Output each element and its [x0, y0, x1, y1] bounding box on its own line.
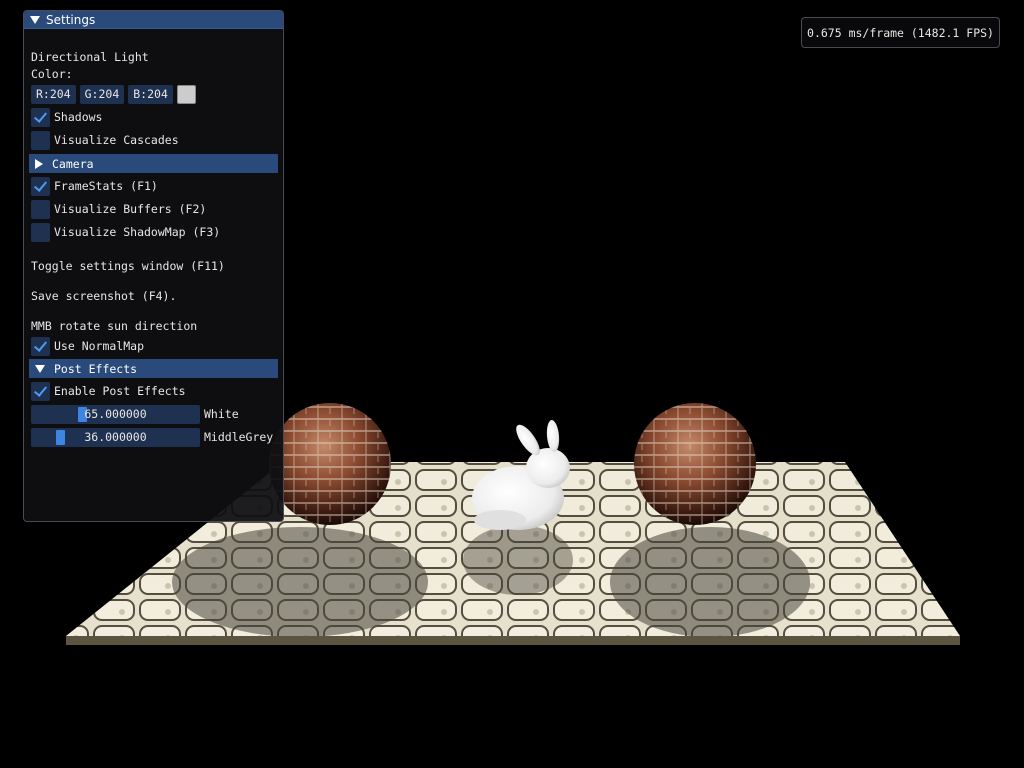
- visualize-buffers-checkbox[interactable]: [31, 199, 50, 219]
- color-editor-row: R:204 G:204 B:204: [31, 84, 276, 104]
- color-label-row: Color:: [31, 65, 276, 82]
- collapse-arrow-icon: [35, 364, 45, 373]
- camera-header-label: Camera: [52, 156, 94, 171]
- settings-window[interactable]: Settings Directional Light Color: R:204 …: [23, 10, 284, 522]
- use-normalmap-row[interactable]: Use NormalMap: [31, 336, 276, 356]
- enable-post-effects-checkbox[interactable]: [31, 381, 50, 401]
- color-g-field[interactable]: G:204: [79, 84, 125, 104]
- fps-text: 0.675 ms/frame (1482.1 FPS): [807, 25, 994, 40]
- white-slider-row: 65.000000 White: [31, 404, 276, 424]
- settings-title-bar[interactable]: Settings: [24, 11, 283, 29]
- middlegrey-slider-row: 36.000000 MiddleGrey: [31, 427, 276, 447]
- window-title: Settings: [46, 12, 96, 27]
- directional-light-heading: Directional Light: [31, 50, 149, 64]
- color-r-field[interactable]: R:204: [31, 84, 76, 104]
- shadows-checkbox[interactable]: [31, 107, 50, 127]
- shadows-label: Shadows: [54, 110, 103, 124]
- framestats-label: FrameStats (F1): [54, 179, 158, 193]
- middlegrey-slider-label: MiddleGrey: [204, 430, 274, 444]
- white-slider-value: 65.000000: [84, 407, 147, 421]
- enable-post-effects-label: Enable Post Effects: [54, 384, 186, 398]
- post-effects-header-label: Post Effects: [54, 361, 138, 376]
- color-swatch[interactable]: [176, 84, 196, 104]
- visualize-buffers-row[interactable]: Visualize Buffers (F2): [31, 199, 276, 219]
- save-screenshot-info-row: Save screenshot (F4).: [31, 286, 276, 306]
- toggle-settings-info-row: Toggle settings window (F11): [31, 256, 276, 276]
- post-effects-header[interactable]: Post Effects: [29, 359, 278, 378]
- use-normalmap-checkbox[interactable]: [31, 336, 50, 356]
- expand-arrow-icon: [35, 158, 43, 169]
- color-b-field[interactable]: B:204: [128, 84, 173, 104]
- frame-stats-overlay: 0.675 ms/frame (1482.1 FPS): [801, 17, 1000, 48]
- camera-header[interactable]: Camera: [29, 154, 278, 173]
- directional-light-heading-row: Directional Light: [31, 47, 276, 67]
- collapse-arrow-icon[interactable]: [30, 15, 40, 24]
- color-label: Color:: [31, 66, 73, 81]
- middlegrey-slider-value: 36.000000: [84, 430, 147, 444]
- white-slider-label: White: [204, 407, 239, 421]
- visualize-buffers-label: Visualize Buffers (F2): [54, 202, 207, 216]
- white-slider[interactable]: 65.000000: [31, 404, 200, 424]
- toggle-settings-info: Toggle settings window (F11): [31, 259, 225, 273]
- save-screenshot-info: Save screenshot (F4).: [31, 289, 177, 303]
- visualize-cascades-label: Visualize Cascades: [54, 133, 179, 147]
- brick-sphere-left: [269, 403, 391, 525]
- mmb-rotate-info: MMB rotate sun direction: [31, 319, 198, 333]
- brick-sphere-right: [634, 403, 756, 525]
- visualize-shadowmap-row[interactable]: Visualize ShadowMap (F3): [31, 222, 276, 242]
- mmb-info-row: MMB rotate sun direction: [31, 316, 276, 336]
- enable-post-effects-row[interactable]: Enable Post Effects: [31, 381, 276, 401]
- bunny-model: [472, 420, 570, 530]
- middlegrey-slider[interactable]: 36.000000: [31, 427, 200, 447]
- visualize-shadowmap-checkbox[interactable]: [31, 222, 50, 242]
- framestats-checkbox[interactable]: [31, 176, 50, 196]
- visualize-shadowmap-label: Visualize ShadowMap (F3): [54, 225, 221, 239]
- visualize-cascades-checkbox[interactable]: [31, 130, 50, 150]
- shadows-row[interactable]: Shadows: [31, 107, 276, 127]
- visualize-cascades-row[interactable]: Visualize Cascades: [31, 130, 276, 150]
- use-normalmap-label: Use NormalMap: [54, 339, 145, 353]
- framestats-row[interactable]: FrameStats (F1): [31, 176, 276, 196]
